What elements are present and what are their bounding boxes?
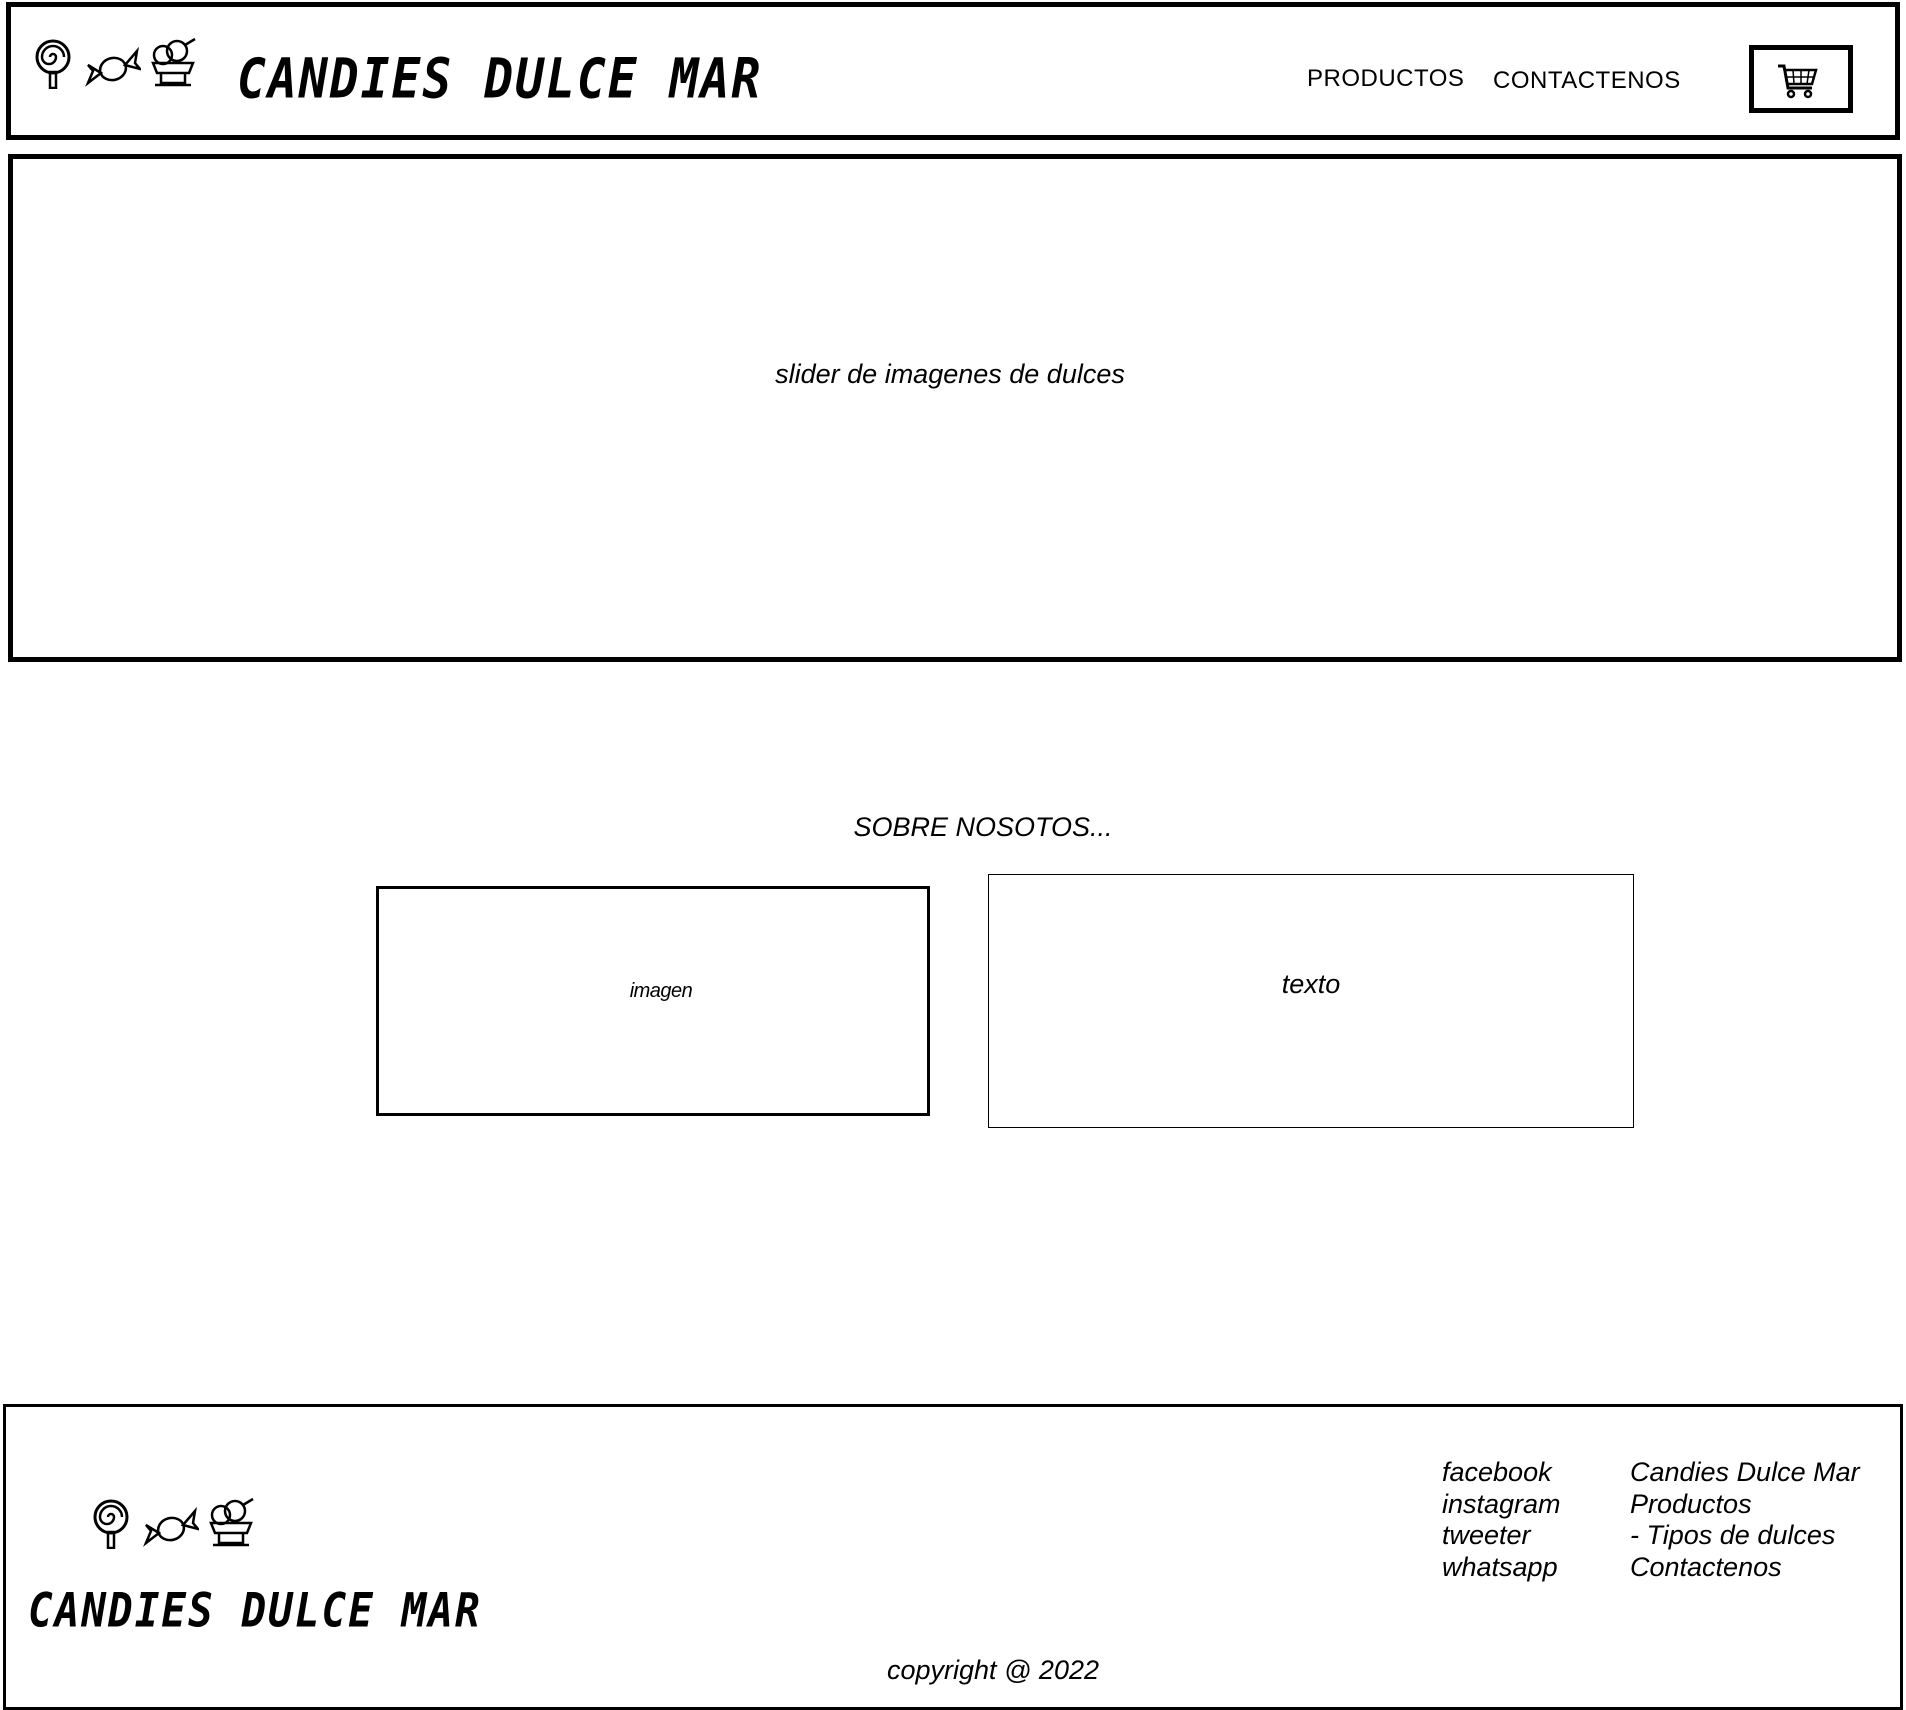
image-slider[interactable]: slider de imagenes de dulces bbox=[8, 154, 1902, 662]
ice-cream-icon bbox=[205, 1497, 257, 1554]
site-footer: CANDIES DULCE MAR facebook instagram twe… bbox=[3, 1404, 1903, 1710]
footer-brand[interactable]: CANDIES DULCE MAR bbox=[28, 1583, 482, 1638]
about-text: texto bbox=[988, 874, 1634, 1128]
footer-link-home[interactable]: Candies Dulce Mar bbox=[1630, 1457, 1860, 1489]
about-image: imagen bbox=[376, 886, 930, 1116]
site-header: CANDIES DULCE MAR PRODUCTOS CONTACTENOS bbox=[6, 2, 1900, 140]
brand-title[interactable]: CANDIES DULCE MAR bbox=[237, 47, 762, 111]
footer-logo[interactable] bbox=[91, 1497, 257, 1554]
footer-link-facebook[interactable]: facebook bbox=[1442, 1457, 1561, 1489]
cart-button[interactable] bbox=[1749, 45, 1853, 113]
ice-cream-icon bbox=[147, 37, 199, 89]
footer-link-contactenos[interactable]: Contactenos bbox=[1630, 1552, 1860, 1584]
about-text-label: texto bbox=[1281, 969, 1341, 999]
footer-link-instagram[interactable]: instagram bbox=[1442, 1489, 1561, 1521]
candy-icon bbox=[143, 1505, 202, 1554]
slider-label: slider de imagenes de dulces bbox=[775, 359, 1125, 389]
footer-link-whatsapp[interactable]: whatsapp bbox=[1442, 1552, 1561, 1584]
nav-productos[interactable]: PRODUCTOS bbox=[1307, 65, 1464, 93]
footer-link-tipos-de-dulces[interactable]: - Tipos de dulces bbox=[1630, 1520, 1860, 1552]
nav-contactenos[interactable]: CONTACTENOS bbox=[1493, 67, 1681, 95]
copyright: copyright @ 2022 bbox=[886, 1655, 1100, 1685]
about-image-label: imagen bbox=[629, 980, 693, 1002]
footer-sitemap: Candies Dulce Mar Productos - Tipos de d… bbox=[1630, 1457, 1860, 1583]
footer-social-links: facebook instagram tweeter whatsapp bbox=[1442, 1457, 1561, 1583]
footer-link-productos[interactable]: Productos bbox=[1630, 1489, 1860, 1521]
about-heading: SOBRE NOSOTOS... bbox=[853, 812, 1113, 842]
footer-link-tweeter[interactable]: tweeter bbox=[1442, 1520, 1561, 1552]
lollipop-icon bbox=[91, 1499, 137, 1554]
logo[interactable] bbox=[33, 37, 199, 89]
lollipop-icon bbox=[33, 39, 79, 89]
candy-icon bbox=[85, 45, 141, 89]
